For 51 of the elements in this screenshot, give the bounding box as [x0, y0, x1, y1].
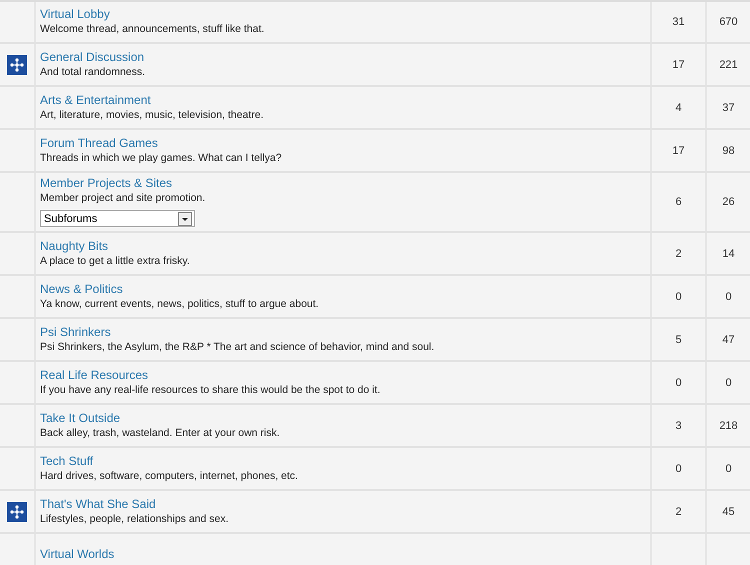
- forum-title-link[interactable]: Virtual Worlds: [40, 546, 114, 562]
- forum-title-link[interactable]: Real Life Resources: [40, 368, 148, 382]
- post-count: 98: [722, 144, 735, 156]
- forum-description: Hard drives, software, computers, internet, phones, etc.: [40, 468, 298, 482]
- thread-count: 6: [675, 196, 682, 208]
- post-count: 14: [722, 248, 735, 260]
- forum-title-link[interactable]: Forum Thread Games: [40, 136, 158, 150]
- post-count: 45: [722, 506, 735, 518]
- forum-description: And total randomness.: [40, 64, 146, 78]
- post-count: 47: [722, 334, 735, 346]
- subforums-dropdown[interactable]: Subforums: [40, 210, 195, 227]
- thread-count: 0: [675, 376, 682, 388]
- caret-icon: [178, 212, 192, 226]
- forum-title-link[interactable]: Member Projects & Sites: [40, 176, 172, 191]
- forum-title-link[interactable]: General Discussion: [40, 50, 144, 64]
- forum-title-link[interactable]: Tech Stuff: [40, 454, 94, 468]
- forum-title-link[interactable]: Psi Shrinkers: [40, 324, 111, 340]
- forum-description: Lifestyles, people, relationships and sex.: [40, 512, 229, 526]
- thread-count: 2: [675, 506, 682, 518]
- thread-count: 4: [675, 102, 682, 114]
- forum-description: Ya know, current events, news, politics, stuff to argue about.: [40, 296, 319, 310]
- forum-description: Member project and site promotion.: [40, 191, 206, 205]
- post-count: 37: [722, 102, 735, 114]
- forum-title-link[interactable]: That's What She Said: [40, 496, 156, 512]
- thread-count: 17: [672, 58, 685, 70]
- forum-description: Psi Shrinkers, the Asylum, the R&P * The art and science of behavior, mind and soul.: [40, 340, 434, 354]
- forum-description: A place to get a little extra frisky.: [40, 254, 190, 268]
- forum-title-link[interactable]: Take It Outside: [40, 410, 120, 426]
- forum-title-link[interactable]: Virtual Lobby: [40, 6, 110, 22]
- thread-count: 3: [675, 420, 682, 432]
- forum-title-link[interactable]: Arts & Entertainment: [40, 92, 151, 108]
- thread-count: 17: [672, 144, 685, 156]
- forum-title-link[interactable]: Naughty Bits: [40, 238, 108, 254]
- post-count: 670: [719, 16, 738, 28]
- post-count: 0: [725, 376, 732, 388]
- thread-count: 31: [672, 16, 685, 28]
- thread-count: 0: [675, 290, 682, 302]
- forum-title-link[interactable]: News & Politics: [40, 282, 123, 296]
- post-count: 0: [725, 290, 732, 302]
- forum-description: If you have any real-life resources to share this would be the spot to do it.: [40, 382, 380, 396]
- thread-count: 5: [675, 334, 682, 346]
- forum-description: Art, literature, movies, music, television, theatre.: [40, 108, 264, 122]
- post-count: 26: [722, 196, 735, 208]
- forum-description: Welcome thread, announcements, stuff like that.: [40, 22, 264, 36]
- thread-count: 2: [675, 248, 682, 260]
- forum-description: Threads in which we play games. What can I tellya?: [40, 150, 282, 164]
- post-count: 221: [719, 58, 738, 70]
- post-count: 0: [725, 462, 732, 474]
- forum-description: Back alley, trash, wasteland. Enter at your own risk.: [40, 426, 280, 440]
- thread-count: 0: [675, 462, 682, 474]
- post-count: 218: [719, 420, 738, 432]
